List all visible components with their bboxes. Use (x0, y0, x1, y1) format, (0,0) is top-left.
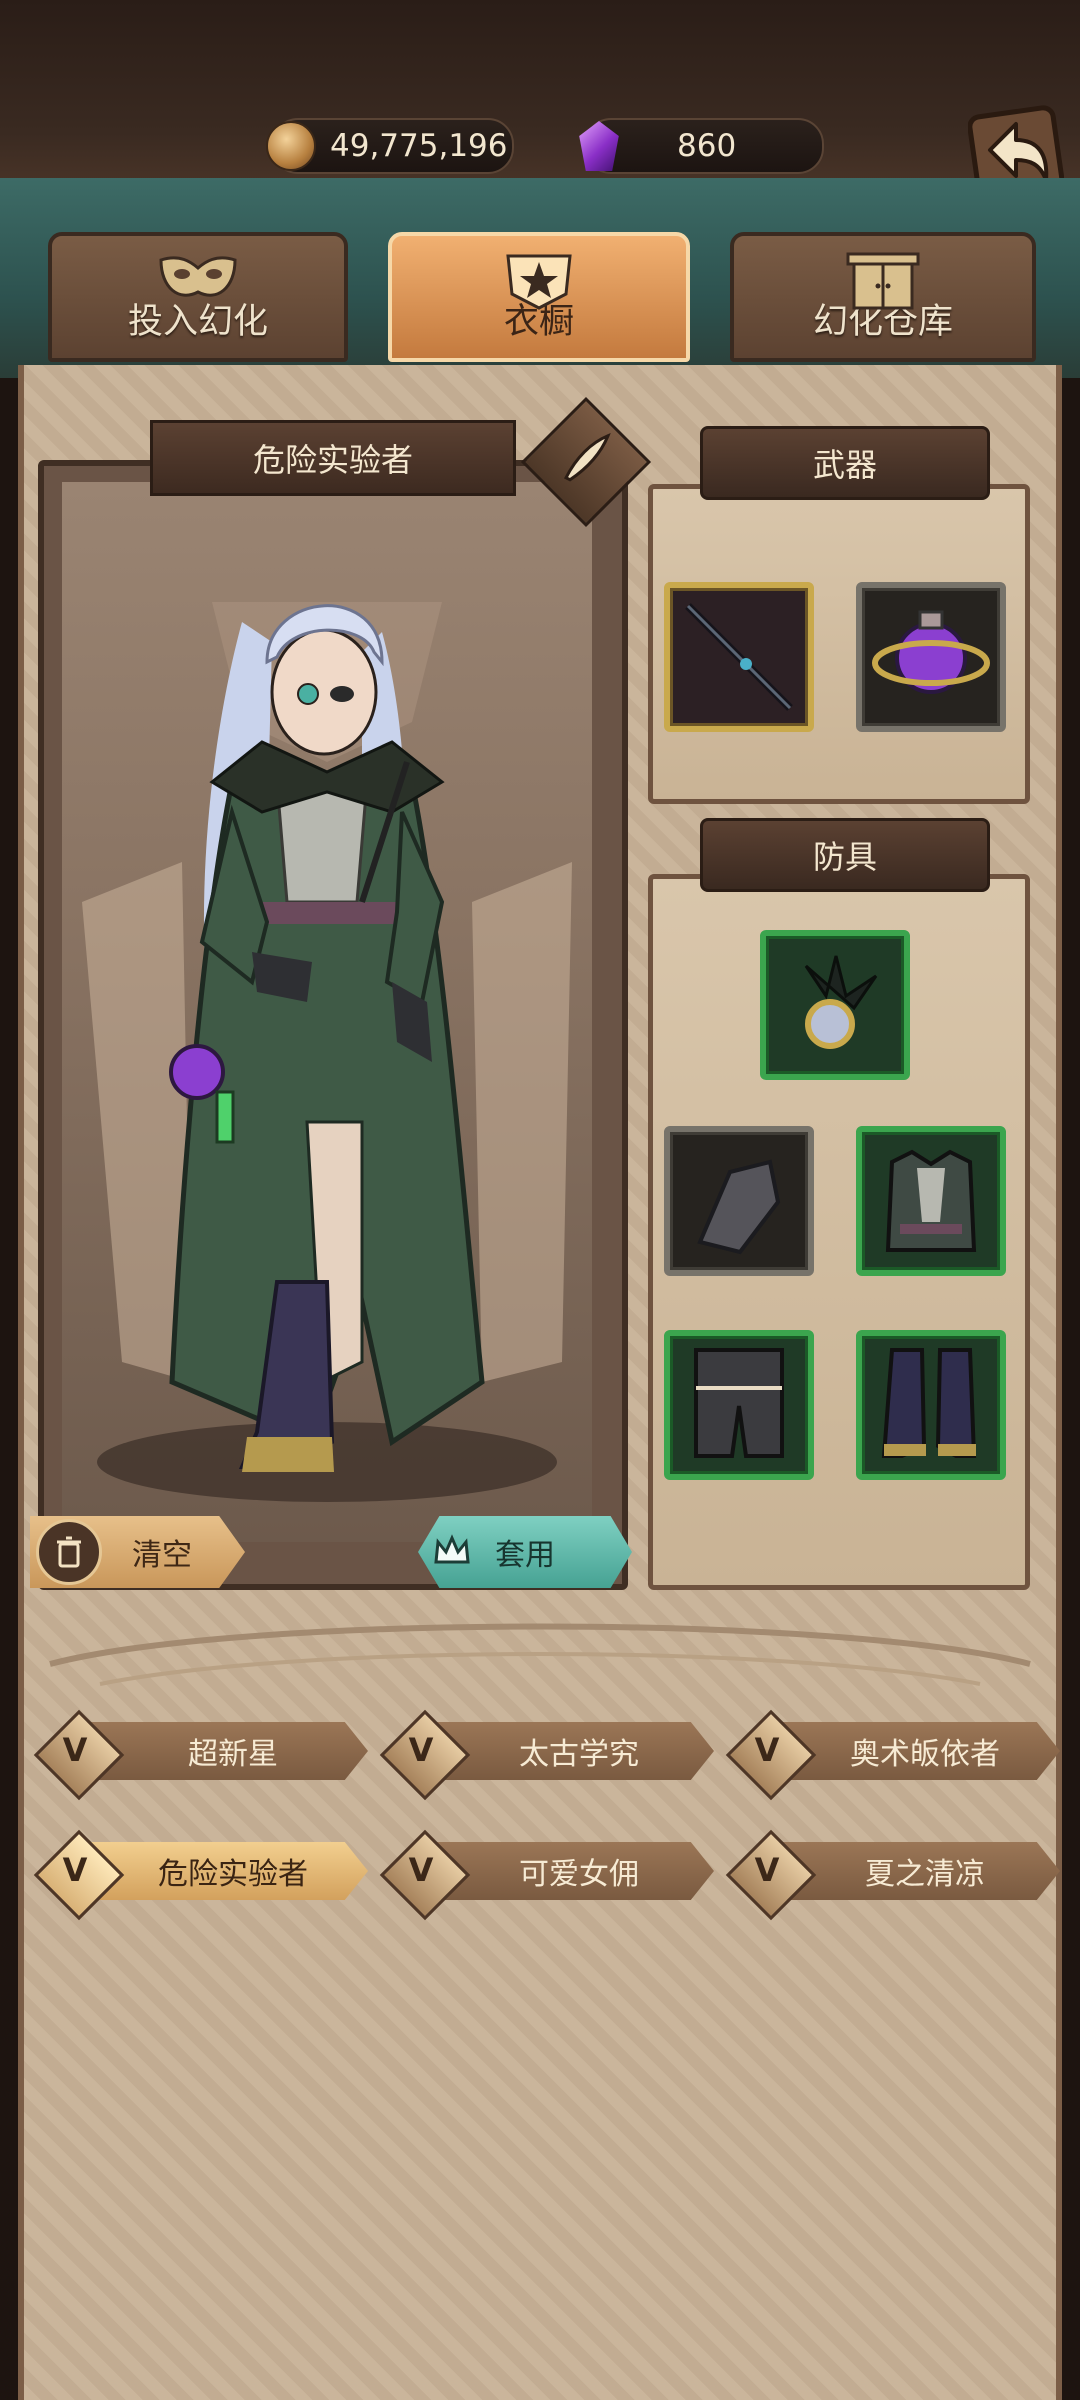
outfit-name: 可爱女佣 (519, 1857, 639, 1892)
crown-icon (434, 1534, 470, 1564)
tab-wardrobe[interactable]: 衣橱 (388, 232, 690, 362)
ornamental-divider (49, 1623, 1031, 1686)
top-bar (0, 0, 1080, 190)
gem-counter: 860 (579, 118, 824, 174)
clear-button[interactable]: 清空 (30, 1516, 245, 1588)
outfit-name: 危险实验者 (158, 1857, 308, 1892)
outfit-item[interactable]: V 超新星 (33, 1709, 368, 1801)
mirror-headpiece-icon (804, 955, 878, 1049)
gem-value: 860 (677, 128, 737, 164)
gauntlet-icon (697, 1159, 781, 1255)
outfit-item[interactable]: V 太古学究 (379, 1709, 714, 1801)
character-preview (62, 482, 592, 1542)
armor-slot-headpiece[interactable] (760, 930, 910, 1080)
outfit-title-banner: 危险实验者 (150, 420, 516, 496)
cabinet-icon (846, 252, 920, 310)
staff-icon (685, 603, 793, 711)
armor-header: 防具 (700, 818, 990, 892)
shorts-icon (694, 1348, 784, 1458)
coin-value: 49,775,196 (330, 128, 508, 164)
outfit-item-selected[interactable]: V 危险实验者 (33, 1829, 368, 1921)
wardrobe-crest-icon (506, 254, 572, 310)
outfit-title: 危险实验者 (252, 441, 413, 479)
boots-icon (881, 1348, 977, 1458)
weapon-slot-staff[interactable] (664, 582, 814, 732)
apply-label: 套用 (495, 1538, 555, 1573)
clear-label: 清空 (132, 1538, 192, 1573)
outfit-item[interactable]: V 夏之清凉 (725, 1829, 1060, 1921)
weapons-title: 武器 (812, 446, 877, 484)
outfit-name: 超新星 (188, 1737, 278, 1772)
mask-icon (159, 256, 237, 297)
armor-title: 防具 (812, 838, 877, 876)
outfit-name: 奥术皈依者 (850, 1737, 1000, 1772)
armor-slot-gauntlet[interactable] (664, 1126, 814, 1276)
armor-slot-shorts[interactable] (664, 1330, 814, 1480)
tab-transmog-storage[interactable]: 幻化仓库 (730, 232, 1036, 362)
weapon-slot-potion-orb[interactable] (856, 582, 1006, 732)
weapons-header: 武器 (700, 426, 990, 500)
coat-icon (885, 1149, 977, 1252)
trash-icon (36, 1519, 102, 1585)
potion-orb-icon (872, 610, 990, 694)
outfit-item[interactable]: V 可爱女佣 (379, 1829, 714, 1921)
apply-button[interactable]: 套用 (418, 1516, 632, 1588)
outfit-item[interactable]: V 奥术皈依者 (725, 1709, 1060, 1801)
quill-icon (563, 432, 611, 482)
armor-slot-coat[interactable] (856, 1126, 1006, 1276)
coin-icon (266, 121, 316, 171)
tab-invest-transmog[interactable]: 投入幻化 (48, 232, 348, 362)
outfit-name: 太古学究 (519, 1737, 639, 1772)
armor-slot-boots[interactable] (856, 1330, 1006, 1480)
coin-counter: 49,775,196 (266, 118, 514, 174)
outfit-name: 夏之清凉 (865, 1857, 985, 1892)
character-illustration (82, 602, 572, 1502)
